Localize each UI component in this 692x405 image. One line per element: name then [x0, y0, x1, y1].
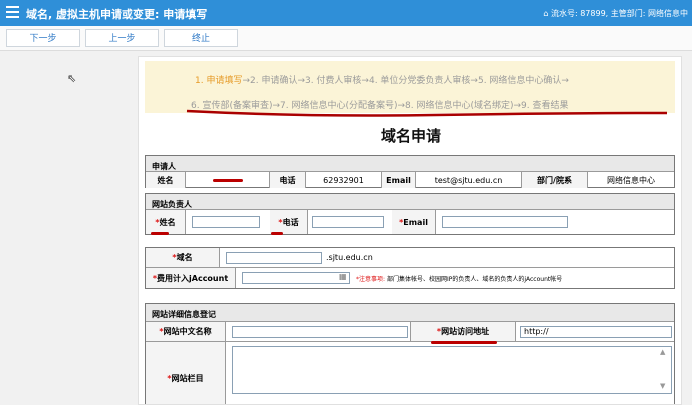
applicant-row: 姓名 电话 62932901 Email test@sjtu.edu.cn 部门… [146, 172, 674, 188]
user-info: ⌂ 流水号: 87899, 主管部门: 网络信息中 [543, 9, 688, 18]
applicant-phone: 62932901 [306, 172, 382, 188]
section-applicant: 申请人 [152, 162, 176, 171]
stop-button[interactable]: 终止 [164, 29, 238, 47]
scroll-down-icon[interactable]: ▼ [660, 382, 665, 390]
label-site-url: * 网站访问地址 [410, 322, 516, 341]
section-header: 网站负责人 [146, 194, 674, 210]
site-column-label: 网站栏目 [171, 373, 204, 383]
applicant-dept: 网络信息中心 [607, 175, 655, 185]
section-site-info: 网站详细信息登记 [152, 310, 216, 319]
site-column-textarea[interactable] [232, 346, 672, 394]
site-column-row: * 网站栏目 ▲ ▼ [146, 342, 674, 404]
notice-text: 部门集体帐号、校园网IP的负责人、域名的负责人的jAccount帐号 [386, 276, 563, 283]
label-site-cn-name: * 网站中文名称 [146, 322, 226, 341]
domain-row: * 域名 .sjtu.edu.cn [146, 248, 674, 268]
label-name: 姓名 [146, 172, 186, 188]
owner-phone-input[interactable] [312, 216, 384, 228]
account-label: 费用计入jAccount [157, 273, 229, 283]
workflow-steps: 1. 申请填写→2. 申请确认→3. 付费人审核→4. 单位分党委负责人审核→5… [145, 61, 675, 113]
owner-name-label: 姓名 [159, 217, 176, 227]
application-form: 1. 申请填写→2. 申请确认→3. 付费人审核→4. 单位分党委负责人审核→5… [138, 56, 682, 405]
annotation-mark [431, 341, 497, 344]
owner-phone-label: 电话 [282, 217, 299, 227]
applicant-name-value [186, 172, 270, 188]
site-name-row: * 网站中文名称 * 网站访问地址 http:// [146, 322, 674, 342]
account-select[interactable] [242, 272, 350, 284]
label-phone: 电话 [270, 172, 306, 188]
scroll-up-icon[interactable]: ▲ [660, 348, 665, 356]
notice: *注意事项: 部门集体帐号、校园网IP的负责人、域名的负责人的jAccount帐… [356, 274, 562, 283]
applicant-email: test@sjtu.edu.cn [416, 172, 522, 188]
domain-table: * 域名 .sjtu.edu.cn * 费用计入jAccount ▦ *注意事项: … [145, 247, 675, 289]
section-header: 网站详细信息登记 [146, 304, 674, 322]
site-url-label: 网站访问地址 [441, 327, 490, 336]
domain-input[interactable] [226, 252, 322, 264]
toolbar: 下一步 上一步 终止 [0, 26, 692, 51]
label-owner-name: * 姓名 [146, 210, 186, 234]
account-row: * 费用计入jAccount ▦ *注意事项: 部门集体帐号、校园网IP的负责人、… [146, 268, 674, 288]
label-dept: 部门/院系 [522, 172, 588, 188]
label-owner-email: * Email [392, 210, 436, 234]
user-info-text: 流水号: 87899, 主管部门: 网络信息中 [550, 9, 688, 18]
mouse-cursor-icon: ⇖ [67, 72, 77, 85]
title-bar: 域名, 虚拟主机申请或变更: 申请填写 ⌂ 流水号: 87899, 主管部门: … [0, 0, 692, 26]
label-owner-phone: * 电话 [270, 210, 308, 234]
next-step-button[interactable]: 下一步 [6, 29, 80, 47]
owner-email-input[interactable] [442, 216, 568, 228]
label-domain: * 域名 [146, 248, 220, 267]
hamburger-menu-icon[interactable] [6, 6, 19, 18]
applicant-table: 申请人 姓名 电话 62932901 Email test@sjtu.edu.c… [145, 155, 675, 188]
owner-name-input[interactable] [192, 216, 260, 228]
site-owner-table: 网站负责人 * 姓名 * 电话 * Email [145, 193, 675, 235]
label-email: Email [382, 172, 416, 188]
site-cn-name-label: 网站中文名称 [163, 327, 212, 336]
site-info-table: 网站详细信息登记 * 网站中文名称 * 网站访问地址 http:// * 网站栏目 ▲… [145, 303, 675, 404]
prev-step-button[interactable]: 上一步 [85, 29, 159, 47]
current-step: 1. 申请填写 [195, 76, 243, 86]
domain-suffix: .sjtu.edu.cn [326, 253, 373, 262]
section-header: 申请人 [146, 156, 674, 172]
owner-email-label: Email [403, 217, 428, 227]
form-title: 域名申请 [380, 127, 441, 145]
domain-label: 域名 [176, 253, 193, 262]
site-owner-row: * 姓名 * 电话 * Email [146, 210, 674, 234]
redacted-mark [212, 178, 243, 182]
calendar-icon[interactable]: ▦ [339, 272, 347, 281]
annotation-mark [151, 232, 169, 235]
section-site-owner: 网站负责人 [152, 200, 192, 209]
page-title: 域名, 虚拟主机申请或变更: 申请填写 [26, 8, 208, 21]
site-url-input[interactable]: http:// [520, 326, 672, 338]
steps-line1: →2. 申请确认→3. 付费人审核→4. 单位分党委负责人审核→5. 网络信息中… [242, 76, 569, 86]
annotation-mark [271, 232, 283, 235]
label-account: * 费用计入jAccount [146, 268, 236, 288]
label-site-column: * 网站栏目 [146, 342, 226, 404]
annotation-underline [186, 109, 668, 117]
site-cn-name-input[interactable] [232, 326, 408, 338]
notice-prefix: *注意事项: [356, 276, 386, 283]
